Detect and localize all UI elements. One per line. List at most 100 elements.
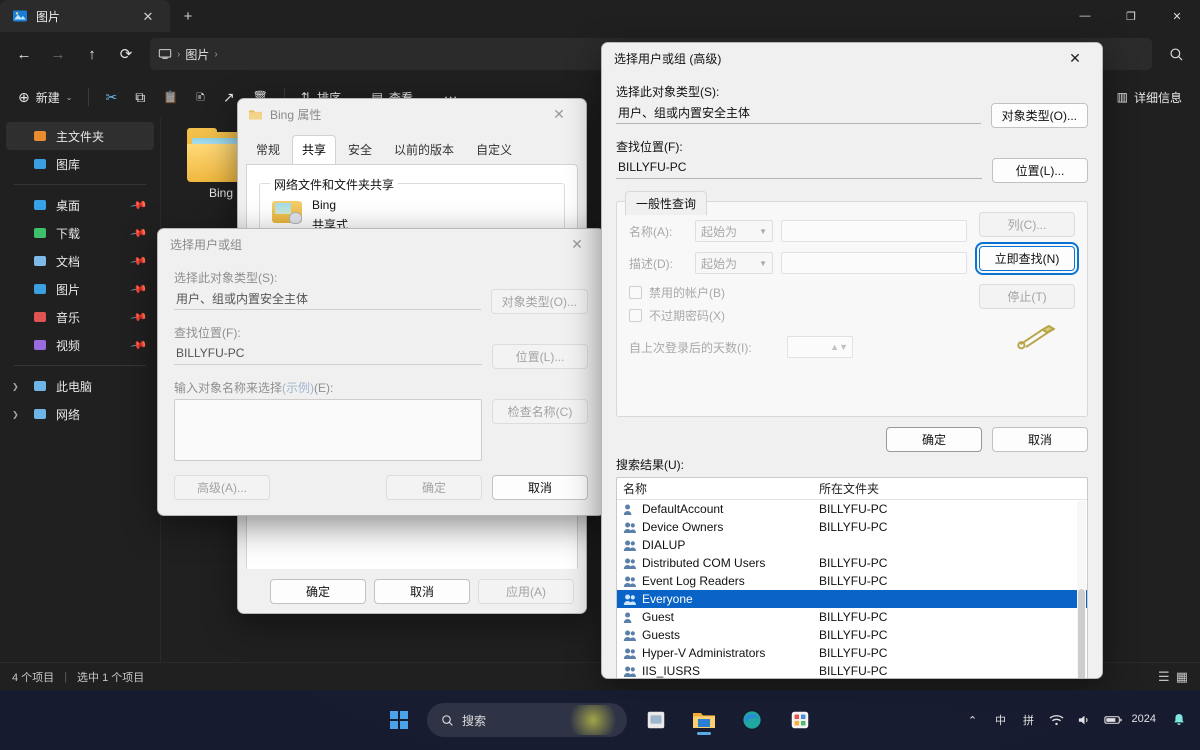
properties-tab-安全[interactable]: 安全 bbox=[338, 135, 382, 164]
results-header-name[interactable]: 名称 bbox=[623, 480, 819, 497]
advanced-ok-button[interactable]: 确定 bbox=[886, 427, 982, 452]
close-icon[interactable]: ✕ bbox=[538, 100, 580, 129]
chevron-right-icon[interactable]: ❯ bbox=[12, 410, 24, 419]
adv-object-type-input[interactable] bbox=[616, 103, 981, 124]
properties-tab-自定义[interactable]: 自定义 bbox=[466, 135, 522, 164]
details-pane-button[interactable]: ▥ 详细信息 bbox=[1109, 82, 1190, 112]
non-expiring-password-checkbox[interactable]: 不过期密码(X) bbox=[629, 307, 967, 324]
sidebar-item-videos[interactable]: 视频📌 bbox=[6, 331, 154, 359]
clock-date[interactable]: 2024 bbox=[1132, 713, 1156, 727]
sidebar-item-pictures[interactable]: 图片📌 bbox=[6, 275, 154, 303]
new-tab-button[interactable]: + bbox=[176, 4, 200, 28]
days-since-logon-spinner[interactable]: ▲▼ bbox=[787, 336, 853, 358]
chevron-right-icon[interactable]: ❯ bbox=[12, 382, 24, 391]
properties-tab-以前的版本[interactable]: 以前的版本 bbox=[384, 135, 464, 164]
result-row[interactable]: GuestBILLYFU-PC bbox=[617, 608, 1087, 626]
breadcrumb-item-pictures[interactable]: 图片 bbox=[185, 46, 209, 63]
adv-object-type-button[interactable]: 对象类型(O)... bbox=[991, 103, 1088, 128]
desc-query-input[interactable] bbox=[781, 252, 967, 274]
maximize-button[interactable]: ❐ bbox=[1108, 0, 1154, 32]
new-button[interactable]: ⊕ 新建 ⌄ bbox=[10, 82, 80, 112]
search-results-list[interactable]: 名称 所在文件夹 DefaultAccountBILLYFU-PCDevice … bbox=[616, 477, 1088, 679]
object-type-button[interactable]: 对象类型(O)... bbox=[491, 289, 588, 314]
result-row[interactable]: DefaultAccountBILLYFU-PC bbox=[617, 500, 1087, 518]
breadcrumb-separator-2[interactable]: › bbox=[214, 49, 217, 60]
pin-icon[interactable]: 📌 bbox=[130, 308, 149, 327]
examples-link[interactable]: (示例) bbox=[282, 381, 314, 395]
properties-cancel-button[interactable]: 取消 bbox=[374, 579, 470, 604]
result-row[interactable]: Distributed COM UsersBILLYFU-PC bbox=[617, 554, 1087, 572]
result-row[interactable]: GuestsBILLYFU-PC bbox=[617, 626, 1087, 644]
rename-button[interactable]: 🗈 bbox=[188, 82, 213, 112]
result-row[interactable]: DIALUP bbox=[617, 536, 1087, 554]
sidebar-item-desktop[interactable]: 桌面📌 bbox=[6, 191, 154, 219]
taskbar-search-box[interactable]: 搜索 bbox=[427, 703, 627, 737]
store-app-icon[interactable] bbox=[637, 701, 675, 739]
stop-button[interactable]: 停止(T) bbox=[979, 284, 1075, 309]
sidebar-item-downloads[interactable]: 下载📌 bbox=[6, 219, 154, 247]
check-names-button[interactable]: 检查名称(C) bbox=[492, 399, 588, 424]
select-ok-button[interactable]: 确定 bbox=[386, 475, 482, 500]
file-explorer-icon[interactable] bbox=[685, 701, 723, 739]
pin-icon[interactable]: 📌 bbox=[130, 336, 149, 355]
result-row[interactable]: Device OwnersBILLYFU-PC bbox=[617, 518, 1087, 536]
paste-button[interactable]: 📋 bbox=[155, 82, 186, 112]
location-input[interactable] bbox=[174, 344, 482, 365]
adv-location-input[interactable] bbox=[616, 158, 982, 179]
sidebar-item-this-pc[interactable]: ❯此电脑 bbox=[6, 372, 154, 400]
list-view-toggle[interactable]: ☰ bbox=[1158, 669, 1170, 685]
volume-icon[interactable] bbox=[1076, 707, 1094, 733]
name-operator-select[interactable]: 起始为 ▼ bbox=[695, 220, 773, 242]
tab-close-button[interactable]: ✕ bbox=[136, 4, 160, 28]
sidebar-item-home[interactable]: 主文件夹 bbox=[6, 122, 154, 150]
pin-icon[interactable]: 📌 bbox=[130, 252, 149, 271]
properties-ok-button[interactable]: 确定 bbox=[270, 579, 366, 604]
results-scrollbar[interactable] bbox=[1077, 501, 1086, 679]
battery-icon[interactable] bbox=[1104, 707, 1122, 733]
tray-expand-chevron-icon[interactable]: ⌃ bbox=[964, 707, 982, 733]
pin-icon[interactable]: 📌 bbox=[130, 196, 149, 215]
up-button[interactable]: ↑ bbox=[76, 38, 108, 70]
forward-button[interactable]: → bbox=[42, 38, 74, 70]
start-button[interactable] bbox=[381, 702, 417, 738]
object-names-textarea[interactable] bbox=[174, 399, 482, 461]
sidebar-item-gallery[interactable]: 图库 bbox=[6, 150, 154, 178]
columns-button[interactable]: 列(C)... bbox=[979, 212, 1075, 237]
copy-button[interactable]: ⧉ bbox=[127, 82, 153, 112]
ime-mode-chinese[interactable]: 中 bbox=[992, 707, 1010, 733]
search-icon[interactable] bbox=[1160, 38, 1192, 70]
properties-tab-常规[interactable]: 常规 bbox=[246, 135, 290, 164]
sidebar-item-documents[interactable]: 文档📌 bbox=[6, 247, 154, 275]
result-row[interactable]: Event Log ReadersBILLYFU-PC bbox=[617, 572, 1087, 590]
find-now-button[interactable]: 立即查找(N) bbox=[979, 246, 1075, 271]
close-icon[interactable]: ✕ bbox=[1054, 44, 1096, 73]
adv-location-button[interactable]: 位置(L)... bbox=[992, 158, 1088, 183]
result-row[interactable]: Hyper-V AdministratorsBILLYFU-PC bbox=[617, 644, 1087, 662]
object-type-input[interactable] bbox=[174, 289, 481, 310]
edge-browser-icon[interactable] bbox=[733, 701, 771, 739]
wifi-icon[interactable] bbox=[1048, 707, 1066, 733]
ime-mode-pinyin[interactable]: 拼 bbox=[1020, 707, 1038, 733]
result-row[interactable]: Everyone bbox=[617, 590, 1087, 608]
minimize-button[interactable]: — bbox=[1062, 0, 1108, 32]
advanced-cancel-button[interactable]: 取消 bbox=[992, 427, 1088, 452]
select-cancel-button[interactable]: 取消 bbox=[492, 475, 588, 500]
results-header-folder[interactable]: 所在文件夹 bbox=[819, 480, 879, 497]
properties-tab-共享[interactable]: 共享 bbox=[292, 135, 336, 164]
disabled-accounts-checkbox[interactable]: 禁用的帐户(B) bbox=[629, 284, 967, 301]
sidebar-item-music[interactable]: 音乐📌 bbox=[6, 303, 154, 331]
pin-icon[interactable]: 📌 bbox=[130, 224, 149, 243]
close-window-button[interactable]: ✕ bbox=[1154, 0, 1200, 32]
advanced-button[interactable]: 高级(A)... bbox=[174, 475, 270, 500]
grid-view-toggle[interactable]: ▦ bbox=[1176, 669, 1188, 685]
properties-apply-button[interactable]: 应用(A) bbox=[478, 579, 574, 604]
bell-icon[interactable] bbox=[1166, 707, 1192, 733]
general-query-tab[interactable]: 一般性查询 bbox=[625, 191, 707, 216]
name-query-input[interactable] bbox=[781, 220, 967, 242]
refresh-button[interactable]: ⟳ bbox=[110, 38, 142, 70]
close-icon[interactable]: ✕ bbox=[556, 230, 598, 259]
explorer-tab-pictures[interactable]: 图片 ✕ bbox=[0, 0, 170, 32]
result-row[interactable]: IIS_IUSRSBILLYFU-PC bbox=[617, 662, 1087, 679]
pin-icon[interactable]: 📌 bbox=[130, 280, 149, 299]
back-button[interactable]: ← bbox=[8, 38, 40, 70]
